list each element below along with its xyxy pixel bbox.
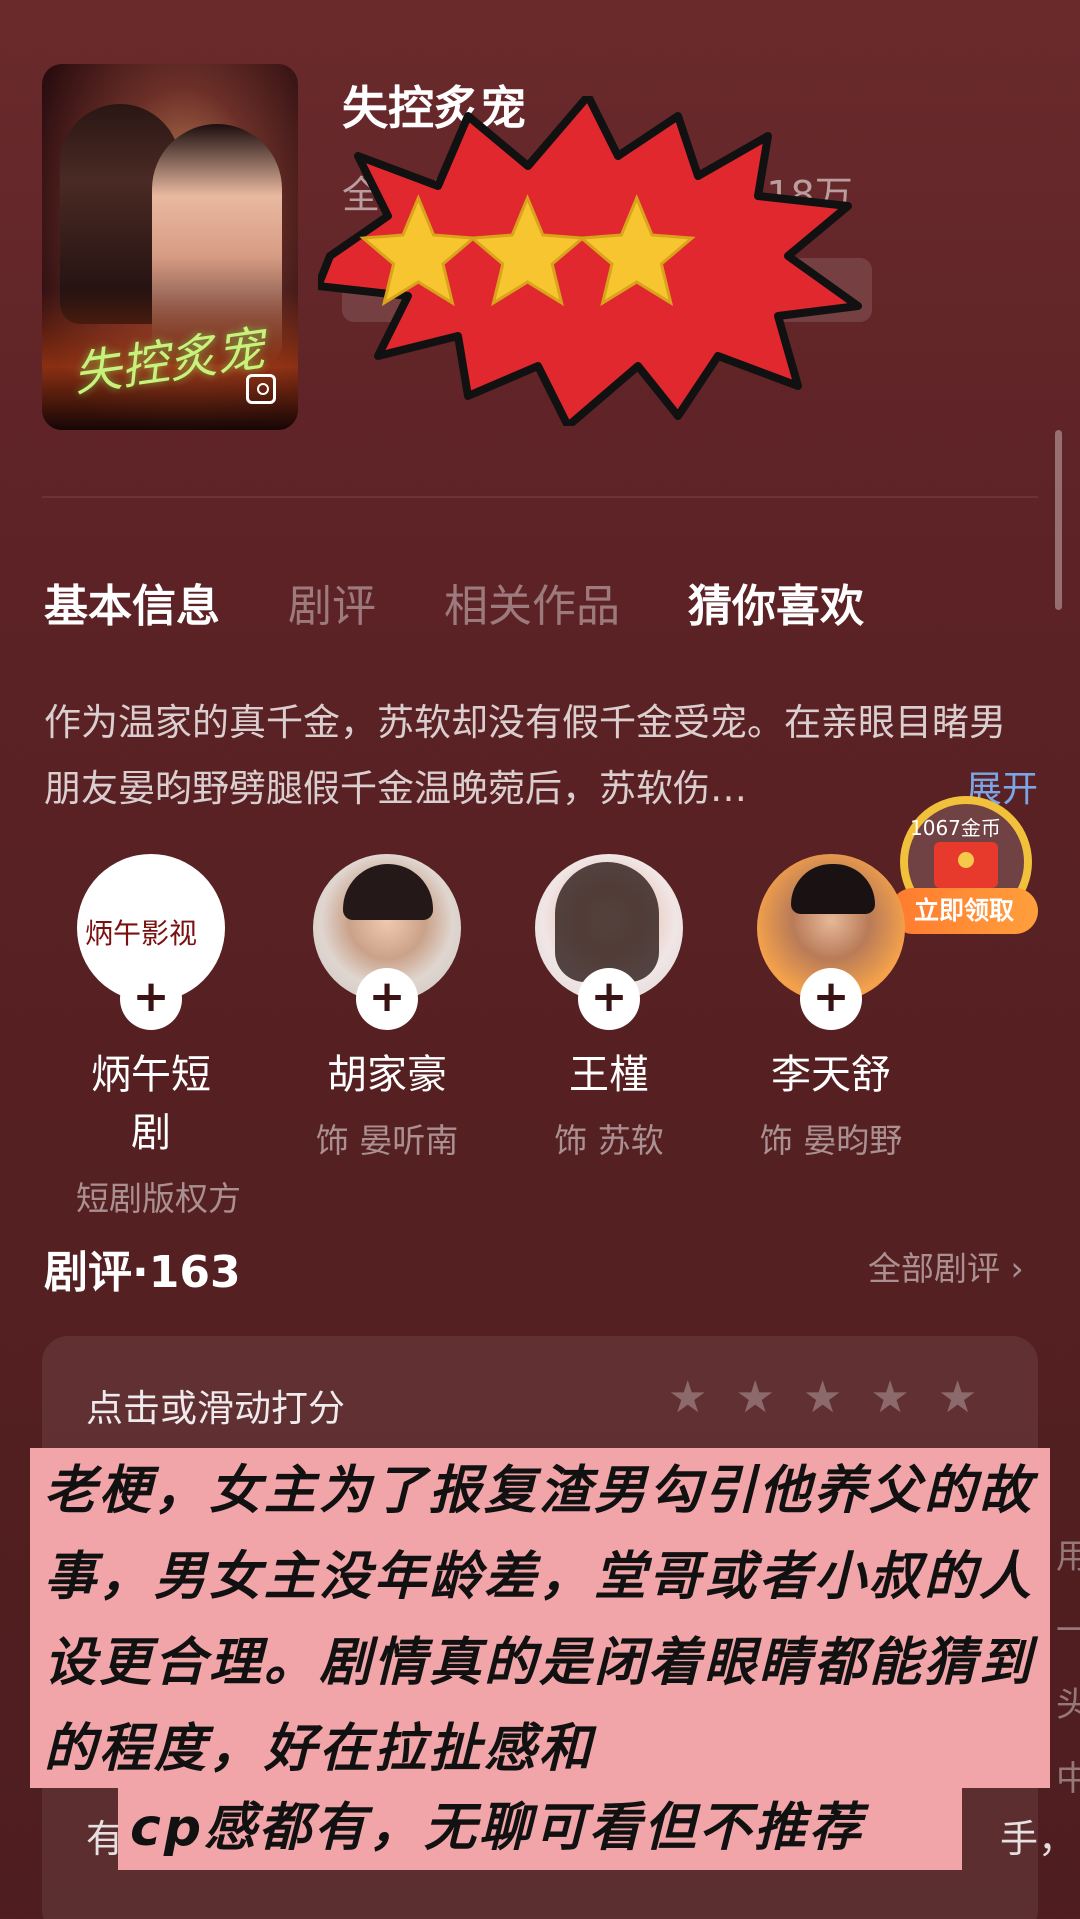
rating-star-icon[interactable]: ★ [938, 1374, 977, 1422]
cast-role: 饰 晏听南 [315, 1121, 459, 1160]
tab-bar: 基本信息 剧评 相关作品 猜你喜欢 [44, 570, 864, 634]
follow-plus-icon[interactable]: + [120, 968, 182, 1030]
coin-amount: 1067金币 [910, 816, 1001, 840]
studio-logo: 炳午影视 [85, 917, 198, 950]
tab-related-works[interactable]: 相关作品 [444, 570, 620, 634]
avatar-hair [343, 864, 433, 920]
scrollbar[interactable] [1055, 430, 1062, 610]
note-text: 老梗，女主为了报复渣男勾引他养父的故事，男女主没年龄差，堂哥或者小叔的人设更合理… [44, 1461, 1035, 1779]
cast-name: 李天舒 [771, 1052, 891, 1098]
follow-plus-icon[interactable]: + [800, 968, 862, 1030]
tab-basic-info[interactable]: 基本信息 [44, 570, 220, 634]
rating-prompt: 点击或滑动打分 [86, 1387, 345, 1430]
tab-recommended[interactable]: 猜你喜欢 [688, 570, 864, 634]
rating-star-icon[interactable]: ★ [735, 1374, 774, 1422]
cast-role: 饰 苏软 [554, 1121, 664, 1160]
follow-plus-icon[interactable]: + [578, 968, 640, 1030]
avatar-hair [555, 862, 659, 982]
cast-role: 短剧版权方 [76, 1179, 241, 1218]
rating-burst-sticker [318, 96, 862, 426]
follow-plus-icon[interactable]: + [356, 968, 418, 1030]
coin-reward-widget[interactable]: 1067金币 立即领取 [890, 788, 1040, 938]
drama-description: 作为温家的真千金，苏软却没有假千金受宠。在亲眼目睹男朋友晏昀野劈腿假千金温晚菀后… [44, 701, 1006, 810]
tab-reviews[interactable]: 剧评 [288, 570, 376, 634]
camera-icon [246, 374, 276, 404]
next-card-peek: 用一头中 [1056, 1537, 1080, 1799]
red-envelope-icon [934, 842, 998, 888]
avatar-hair [791, 864, 875, 914]
reviews-title: 剧评·163 [44, 1247, 241, 1298]
review-peek-right: 手， [1000, 1817, 1077, 1861]
claim-button[interactable]: 立即领取 [890, 888, 1038, 934]
note-text-tail: cp感都有，无聊可看但不推荐 [130, 1798, 865, 1858]
all-reviews-link[interactable]: 全部剧评 › [868, 1242, 1024, 1290]
drama-poster[interactable]: 失控炙宠 [42, 64, 298, 430]
rating-star-icon[interactable]: ★ [668, 1374, 707, 1422]
cast-member[interactable]: + 王槿 饰 苏软 [534, 854, 684, 1162]
cast-role: 饰 晏昀野 [759, 1121, 903, 1160]
rating-star-icon[interactable]: ★ [870, 1374, 909, 1422]
cast-member[interactable]: + 胡家豪 饰 晏听南 [312, 854, 462, 1162]
cast-member[interactable]: 炳午影视 + 炳午短剧 短剧版权方 [76, 854, 241, 1220]
rating-stars[interactable]: ★ ★ ★ ★ ★ [668, 1374, 977, 1422]
rating-star-icon[interactable]: ★ [803, 1374, 842, 1422]
cast-name: 王槿 [569, 1052, 649, 1098]
cast-member[interactable]: + 李天舒 饰 晏昀野 [756, 854, 906, 1162]
section-divider [42, 496, 1038, 498]
cast-name: 炳午短剧 [91, 1052, 211, 1156]
cast-name: 胡家豪 [327, 1052, 447, 1098]
